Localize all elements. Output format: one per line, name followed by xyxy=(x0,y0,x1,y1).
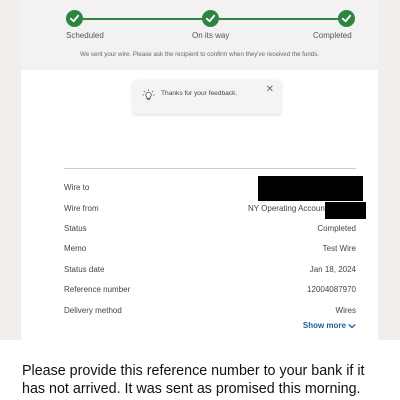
detail-value-delivery-method: Wires xyxy=(335,306,356,315)
detail-row-reference-number: Reference number 12004087970 xyxy=(64,285,356,301)
lightbulb-icon xyxy=(142,89,155,101)
wire-progress-panel: Scheduled On its way Completed We sent y… xyxy=(21,0,378,70)
detail-row-delivery-method: Delivery method Wires xyxy=(64,306,356,322)
detail-row-status: Status Completed xyxy=(64,224,356,240)
detail-value-wire-from: NY Operating Account xyxy=(247,204,327,213)
detail-label-status-date: Status date xyxy=(64,265,105,274)
detail-label-status: Status xyxy=(64,224,87,233)
detail-row-wire-from: Wire from NY Operating Account xyxy=(64,204,356,220)
wire-sent-message: We sent your wire. Please ask the recipi… xyxy=(79,51,320,58)
step-label-on-its-way: On its way xyxy=(192,31,230,40)
show-more-label: Show more xyxy=(302,321,346,330)
step-label-completed: Completed xyxy=(313,31,352,40)
detail-value-status-date: Jan 18, 2024 xyxy=(309,265,356,274)
detail-value-status: Completed xyxy=(317,224,356,233)
caption-text: Please provide this reference number to … xyxy=(22,363,365,397)
left-background-strip xyxy=(0,0,21,340)
chevron-down-icon xyxy=(348,323,356,329)
details-divider xyxy=(64,168,356,169)
detail-value-memo: Test Wire xyxy=(322,244,356,253)
detail-value-reference-number: 12004087970 xyxy=(307,285,356,294)
detail-row-status-date: Status date Jan 18, 2024 xyxy=(64,265,356,281)
step-scheduled-check-icon xyxy=(66,10,83,27)
step-on-its-way-check-icon xyxy=(202,10,219,27)
show-more-link[interactable]: Show more xyxy=(303,321,356,330)
detail-label-delivery-method: Delivery method xyxy=(64,306,122,315)
step-completed-check-icon xyxy=(338,10,355,27)
right-background-strip xyxy=(378,0,400,340)
step-label-scheduled: Scheduled xyxy=(66,31,104,40)
close-icon[interactable]: ✕ xyxy=(266,85,274,95)
progress-line-2 xyxy=(210,18,346,20)
redaction-wire-to xyxy=(258,176,363,201)
progress-line-1 xyxy=(74,18,210,20)
detail-label-reference-number: Reference number xyxy=(64,285,131,294)
detail-label-wire-from: Wire from xyxy=(64,204,99,213)
feedback-toast: Thanks for your feedback. ✕ xyxy=(133,80,281,114)
detail-row-memo: Memo Test Wire xyxy=(64,244,356,260)
feedback-toast-text: Thanks for your feedback. xyxy=(161,90,238,97)
detail-label-memo: Memo xyxy=(64,244,87,253)
detail-label-wire-to: Wire to xyxy=(64,183,90,192)
redaction-wire-from xyxy=(325,202,366,219)
